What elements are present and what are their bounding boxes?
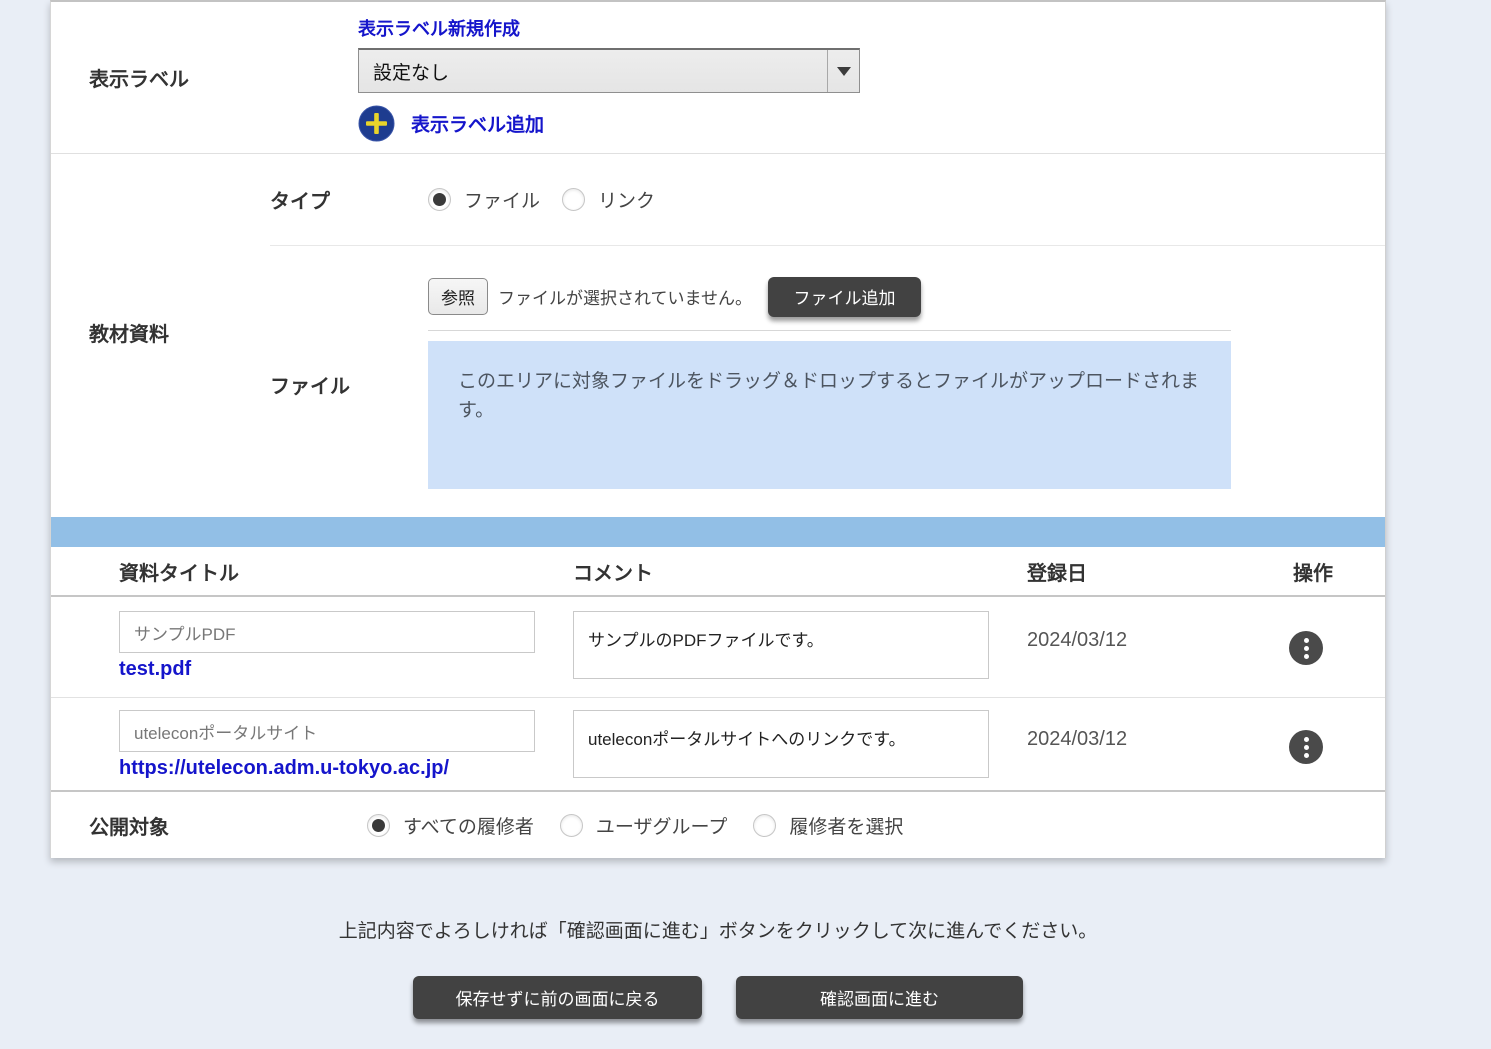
row-menu-button[interactable] [1289, 631, 1323, 665]
browse-separator [428, 330, 1231, 331]
type-label: タイプ [270, 185, 428, 214]
row-menu-button[interactable] [1289, 730, 1323, 764]
actions-cell [1275, 710, 1355, 783]
display-label-content: 表示ラベル新規作成 設定なし 表示ラベル追加 [358, 2, 860, 153]
registered-date: 2024/03/12 [1027, 629, 1237, 684]
publish-option-user-group[interactable]: ユーザグループ [560, 812, 727, 839]
browse-button[interactable]: 参照 [428, 278, 488, 315]
kebab-icon [1304, 737, 1309, 742]
add-display-label-button[interactable]: 表示ラベル追加 [358, 105, 860, 142]
radio-icon [367, 814, 390, 837]
publish-option-select-students[interactable]: 履修者を選択 [753, 812, 903, 839]
material-file-link[interactable]: test.pdf [119, 658, 191, 681]
publish-target-row: 公開対象 すべての履修者 ユーザグループ 履修者を選択 [51, 792, 1385, 858]
footer-buttons: 保存せずに前の画面に戻る 確認画面に進む [50, 976, 1386, 1019]
footer: 上記内容でよろしければ「確認画面に進む」ボタンをクリックして次に進んでください。… [50, 916, 1386, 1019]
header-title: 資料タイトル [119, 557, 535, 586]
publish-option-user-group-label: ユーザグループ [596, 812, 727, 839]
type-option-link[interactable]: リンク [562, 186, 655, 213]
material-title-input[interactable] [119, 710, 535, 752]
radio-icon [562, 188, 585, 211]
proceed-to-confirmation-button[interactable]: 確認画面に進む [736, 976, 1023, 1019]
file-label: ファイル [270, 277, 428, 489]
dropzone-text: このエリアに対象ファイルをドラッグ＆ドロップするとファイルがアップロードされます… [458, 371, 1199, 421]
title-cell: https://utelecon.adm.u-tokyo.ac.jp/ [119, 710, 535, 783]
display-label-row-label: 表示ラベル [51, 2, 358, 153]
no-file-selected-text: ファイルが選択されていません。 [498, 284, 752, 309]
type-row: タイプ ファイル リンク [270, 154, 1385, 246]
publish-target-label: 公開対象 [51, 811, 270, 840]
publish-option-select-students-label: 履修者を選択 [789, 812, 903, 839]
chevron-down-icon [827, 50, 859, 92]
publish-option-all-students[interactable]: すべての履修者 [367, 812, 534, 839]
material-title-input[interactable] [119, 611, 535, 653]
header-date: 登録日 [1027, 557, 1237, 586]
table-row: https://utelecon.adm.u-tokyo.ac.jp/ utel… [51, 698, 1385, 792]
file-dropzone[interactable]: このエリアに対象ファイルをドラッグ＆ドロップするとファイルがアップロードされます… [428, 341, 1231, 489]
kebab-icon [1304, 638, 1309, 643]
file-row: ファイル 参照 ファイルが選択されていません。 ファイル追加 このエリアに対象フ… [270, 246, 1385, 510]
material-section: 教材資料 タイプ ファイル リンク ファイル [51, 154, 1385, 510]
material-comment-input[interactable]: サンプルのPDFファイルです。 [573, 611, 989, 679]
radio-icon [560, 814, 583, 837]
table-row: test.pdf サンプルのPDFファイルです。 2024/03/12 [51, 597, 1385, 698]
comment-cell: サンプルのPDFファイルです。 [573, 611, 989, 684]
comment-cell: uteleconポータルサイトへのリンクです。 [573, 710, 989, 783]
display-label-select[interactable]: 設定なし [358, 48, 860, 93]
browse-row: 参照 ファイルが選択されていません。 ファイル追加 [428, 277, 1231, 316]
material-url-link[interactable]: https://utelecon.adm.u-tokyo.ac.jp/ [119, 757, 449, 780]
type-radio-group: ファイル リンク [428, 186, 677, 213]
type-option-file-label: ファイル [464, 186, 540, 213]
type-option-link-label: リンク [598, 186, 655, 213]
publish-radio-group: すべての履修者 ユーザグループ 履修者を選択 [367, 812, 929, 839]
display-label-select-value: 設定なし [359, 58, 827, 85]
material-comment-input[interactable]: uteleconポータルサイトへのリンクです。 [573, 710, 989, 778]
materials-table-header: 資料タイトル コメント 登録日 操作 [51, 547, 1385, 597]
add-display-label-link-label: 表示ラベル追加 [411, 110, 544, 137]
radio-icon [753, 814, 776, 837]
create-display-label-link[interactable]: 表示ラベル新規作成 [358, 15, 520, 41]
type-option-file[interactable]: ファイル [428, 186, 540, 213]
back-without-saving-button[interactable]: 保存せずに前の画面に戻る [413, 976, 702, 1019]
section-divider-bar [51, 517, 1385, 547]
radio-icon [428, 188, 451, 211]
title-cell: test.pdf [119, 611, 535, 684]
header-comment: コメント [573, 557, 989, 586]
add-file-button[interactable]: ファイル追加 [768, 277, 921, 317]
publish-option-all-students-label: すべての履修者 [403, 812, 534, 839]
instruction-text: 上記内容でよろしければ「確認画面に進む」ボタンをクリックして次に進んでください。 [50, 916, 1386, 943]
material-edit-panel: 表示ラベル 表示ラベル新規作成 設定なし 表示ラベル追加 教材資料 タイプ [50, 0, 1386, 858]
actions-cell [1275, 611, 1355, 684]
plus-icon [358, 105, 395, 142]
display-label-section: 表示ラベル 表示ラベル新規作成 設定なし 表示ラベル追加 [51, 2, 1385, 154]
registered-date: 2024/03/12 [1027, 728, 1237, 783]
header-actions: 操作 [1275, 557, 1355, 586]
material-row-label: 教材資料 [51, 154, 270, 510]
